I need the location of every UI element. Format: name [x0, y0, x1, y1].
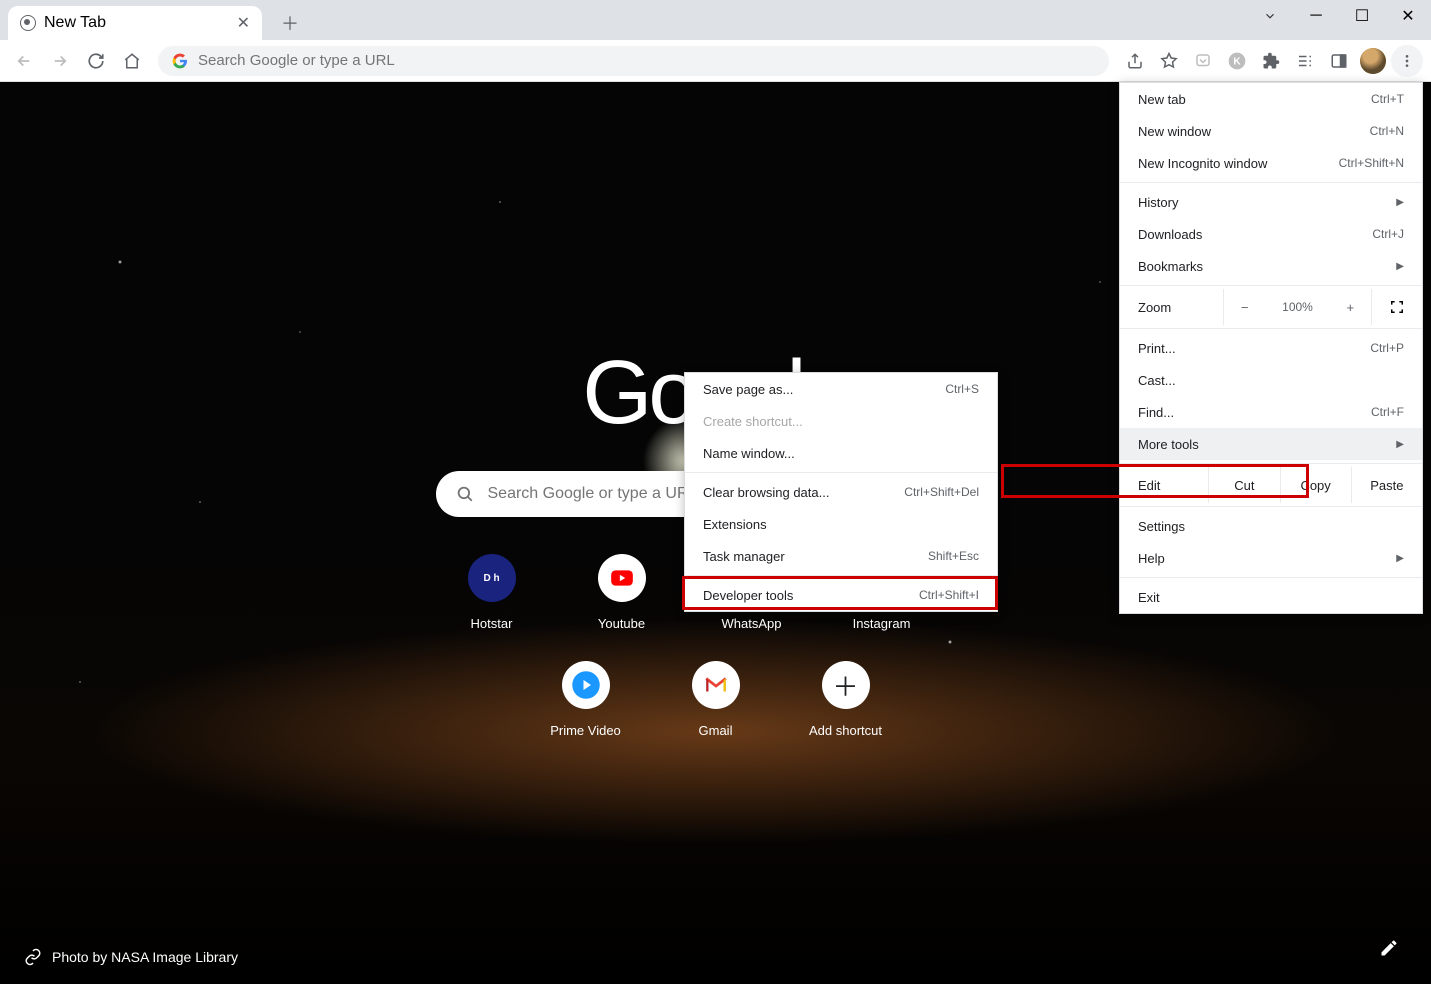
tab-favicon [20, 15, 36, 31]
tab-close-icon[interactable]: ✕ [237, 13, 250, 33]
title-bar: New Tab ✕ ＋ ─ ☐ ✕ [0, 0, 1431, 40]
omnibox-input[interactable] [198, 52, 1095, 69]
profile-avatar[interactable] [1357, 45, 1389, 77]
menu-edit-label: Edit [1120, 467, 1209, 503]
reading-list-icon[interactable] [1289, 45, 1321, 77]
shortcut-gmail[interactable]: Gmail [660, 661, 772, 738]
submenu-name-window[interactable]: Name window... [685, 437, 997, 469]
submenu-task-manager[interactable]: Task managerShift+Esc [685, 540, 997, 572]
browser-tab[interactable]: New Tab ✕ [8, 6, 262, 40]
shortcut-primevideo[interactable]: Prime Video [530, 661, 642, 738]
search-icon [456, 485, 474, 503]
toolbar: K [0, 40, 1431, 82]
submenu-extensions[interactable]: Extensions [685, 508, 997, 540]
menu-cast[interactable]: Cast... [1120, 364, 1422, 396]
customize-button[interactable] [1371, 930, 1407, 966]
menu-print[interactable]: Print...Ctrl+P [1120, 332, 1422, 364]
close-window-button[interactable]: ✕ [1385, 0, 1431, 32]
submenu-dev-tools[interactable]: Developer toolsCtrl+Shift+I [685, 579, 997, 611]
window-dropdown-icon[interactable] [1247, 0, 1293, 32]
menu-exit[interactable]: Exit [1120, 581, 1422, 613]
shortcut-youtube[interactable]: Youtube [566, 554, 678, 631]
maximize-button[interactable]: ☐ [1339, 0, 1385, 32]
shortcut-add[interactable]: ＋Add shortcut [790, 661, 902, 738]
main-menu-button[interactable] [1391, 45, 1423, 77]
menu-edit-row: Edit Cut Copy Paste [1120, 467, 1422, 503]
home-button[interactable] [116, 45, 148, 77]
google-icon [172, 53, 188, 69]
menu-find[interactable]: Find...Ctrl+F [1120, 396, 1422, 428]
gmail-icon [692, 661, 740, 709]
back-button[interactable] [8, 45, 40, 77]
background-credit: Photo by NASA Image Library [24, 948, 238, 966]
minimize-button[interactable]: ─ [1293, 0, 1339, 32]
forward-button[interactable] [44, 45, 76, 77]
menu-incognito[interactable]: New Incognito windowCtrl+Shift+N [1120, 147, 1422, 179]
submenu-clear-browsing[interactable]: Clear browsing data...Ctrl+Shift+Del [685, 476, 997, 508]
bookmark-star-icon[interactable] [1153, 45, 1185, 77]
menu-downloads[interactable]: DownloadsCtrl+J [1120, 218, 1422, 250]
new-tab-button[interactable]: ＋ [276, 9, 304, 37]
extension-pocket-icon[interactable] [1187, 45, 1219, 77]
toolbar-actions: K [1119, 45, 1423, 77]
prime-video-icon [562, 661, 610, 709]
add-icon: ＋ [822, 661, 870, 709]
svg-text:K: K [1233, 56, 1241, 67]
menu-bookmarks[interactable]: Bookmarks▶ [1120, 250, 1422, 282]
shortcut-hotstar[interactable]: D hHotstar [436, 554, 548, 631]
menu-help[interactable]: Help▶ [1120, 542, 1422, 574]
menu-more-tools[interactable]: More tools▶ [1120, 428, 1422, 460]
extension-k-icon[interactable]: K [1221, 45, 1253, 77]
hotstar-icon: D h [468, 554, 516, 602]
window-controls: ─ ☐ ✕ [1247, 0, 1431, 32]
address-bar[interactable] [158, 46, 1109, 76]
chrome-main-menu: New tabCtrl+T New windowCtrl+N New Incog… [1119, 82, 1423, 614]
submenu-create-shortcut: Create shortcut... [685, 405, 997, 437]
menu-new-window[interactable]: New windowCtrl+N [1120, 115, 1422, 147]
menu-history[interactable]: History▶ [1120, 186, 1422, 218]
menu-paste[interactable]: Paste [1352, 467, 1422, 503]
share-icon[interactable] [1119, 45, 1151, 77]
menu-cut[interactable]: Cut [1209, 467, 1280, 503]
more-tools-submenu: Save page as...Ctrl+S Create shortcut...… [684, 372, 998, 612]
menu-copy[interactable]: Copy [1281, 467, 1352, 503]
fullscreen-button[interactable] [1372, 300, 1422, 314]
youtube-icon [598, 554, 646, 602]
reload-button[interactable] [80, 45, 112, 77]
side-panel-icon[interactable] [1323, 45, 1355, 77]
credit-link[interactable]: Photo by NASA Image Library [52, 949, 238, 965]
zoom-in-button[interactable]: + [1347, 300, 1355, 315]
menu-settings[interactable]: Settings [1120, 510, 1422, 542]
menu-new-tab[interactable]: New tabCtrl+T [1120, 83, 1422, 115]
submenu-save-page[interactable]: Save page as...Ctrl+S [685, 373, 997, 405]
link-icon [24, 948, 42, 966]
menu-zoom: Zoom − 100% + [1120, 289, 1422, 325]
tab-title: New Tab [44, 14, 106, 32]
zoom-value: 100% [1282, 300, 1313, 314]
zoom-out-button[interactable]: − [1241, 300, 1249, 315]
extensions-puzzle-icon[interactable] [1255, 45, 1287, 77]
